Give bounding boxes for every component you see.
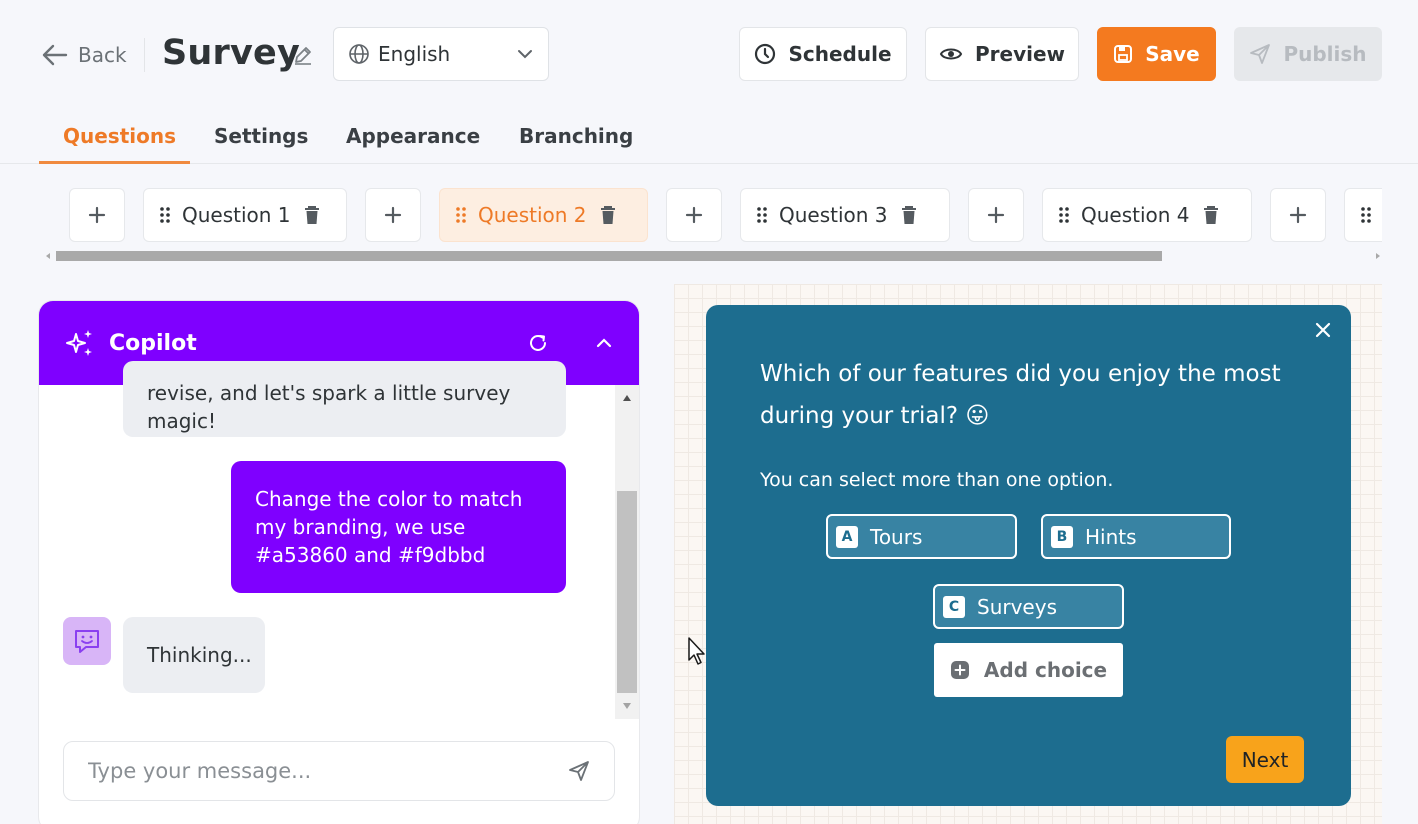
schedule-label: Schedule: [788, 42, 892, 66]
question-label: Question 2: [478, 203, 587, 227]
add-question-button[interactable]: [1270, 188, 1326, 242]
drag-handle-icon[interactable]: [456, 206, 466, 224]
question-chip-4[interactable]: Question 4: [1042, 188, 1252, 242]
close-icon[interactable]: [1312, 319, 1334, 341]
drag-handle-icon[interactable]: [1059, 206, 1069, 224]
drag-handle-icon[interactable]: [1361, 206, 1371, 224]
choice-surveys[interactable]: C Surveys: [933, 584, 1124, 629]
send-icon[interactable]: [568, 760, 590, 782]
back-label: Back: [78, 43, 127, 67]
save-button[interactable]: Save: [1097, 27, 1216, 81]
arrow-left-icon: [42, 44, 68, 66]
chevron-down-icon: [516, 48, 534, 60]
copilot-panel: Copilot revise, and let's spark a little…: [39, 301, 639, 824]
drag-handle-icon[interactable]: [160, 206, 170, 224]
active-tab-indicator: [39, 161, 190, 164]
choice-letter: A: [836, 525, 858, 548]
survey-subtitle[interactable]: You can select more than one option.: [760, 469, 1113, 491]
trash-icon[interactable]: [900, 205, 918, 225]
back-button[interactable]: Back: [42, 38, 127, 72]
edit-title-icon[interactable]: [292, 44, 314, 66]
add-question-button[interactable]: [666, 188, 722, 242]
choice-tours[interactable]: A Tours: [826, 514, 1017, 559]
add-choice-button[interactable]: Add choice: [934, 643, 1123, 697]
tabs-border: [0, 163, 1418, 164]
survey-preview-card: Which of our features did you enjoy the …: [706, 305, 1351, 806]
question-label: Question 3: [779, 203, 888, 227]
tab-branching[interactable]: Branching: [519, 124, 633, 148]
copilot-user-message: Change the color to match my branding, w…: [231, 461, 566, 593]
horizontal-scrollbar-thumb[interactable]: [56, 251, 1162, 261]
message-text: Thinking...: [147, 643, 252, 667]
save-label: Save: [1145, 42, 1200, 66]
preview-label: Preview: [974, 42, 1066, 66]
plus-icon: [685, 206, 703, 224]
survey-question-text[interactable]: Which of our features did you enjoy the …: [760, 353, 1300, 437]
plus-square-icon: [950, 660, 970, 680]
choice-letter: B: [1051, 525, 1073, 548]
tab-questions[interactable]: Questions: [63, 124, 176, 148]
add-choice-label: Add choice: [983, 658, 1108, 682]
mouse-cursor-icon: [687, 636, 707, 666]
choice-label: Surveys: [977, 594, 1057, 619]
choice-label: Hints: [1085, 524, 1137, 549]
question-chip-3[interactable]: Question 3: [740, 188, 950, 242]
page-title: Survey: [162, 33, 300, 73]
message-text: Change the color to match my branding, w…: [255, 487, 523, 567]
send-icon: [1249, 43, 1271, 65]
schedule-button[interactable]: Schedule: [739, 27, 907, 81]
tab-appearance[interactable]: Appearance: [346, 124, 480, 148]
plus-icon: [384, 206, 402, 224]
floppy-disk-icon: [1113, 44, 1133, 64]
publish-button[interactable]: Publish: [1234, 27, 1382, 81]
header-divider: [144, 38, 145, 72]
trash-icon[interactable]: [1202, 205, 1220, 225]
chat-scrollbar-thumb[interactable]: [617, 491, 637, 693]
copilot-thinking-message: Thinking...: [123, 617, 265, 693]
choice-letter: C: [943, 595, 965, 618]
next-button[interactable]: Next: [1226, 736, 1304, 783]
message-input-box[interactable]: [63, 741, 615, 801]
message-input[interactable]: [88, 759, 568, 783]
copilot-header-overlay: [39, 301, 639, 385]
copilot-avatar: [63, 617, 111, 665]
language-select[interactable]: English: [333, 27, 549, 81]
preview-button[interactable]: Preview: [925, 27, 1079, 81]
plus-icon: [1289, 206, 1307, 224]
clock-icon: [754, 43, 776, 65]
add-question-button[interactable]: [69, 188, 125, 242]
eye-icon: [939, 45, 963, 63]
next-label: Next: [1241, 747, 1289, 772]
question-chip-5-partial[interactable]: [1344, 188, 1382, 242]
publish-label: Publish: [1283, 42, 1367, 66]
question-chip-1[interactable]: Question 1: [143, 188, 347, 242]
choice-label: Tours: [870, 524, 923, 549]
drag-handle-icon[interactable]: [757, 206, 767, 224]
choice-hints[interactable]: B Hints: [1041, 514, 1231, 559]
tab-settings[interactable]: Settings: [214, 124, 308, 148]
plus-icon: [987, 206, 1005, 224]
chat-bubble-smile-icon: [72, 626, 102, 656]
question-chip-2[interactable]: Question 2: [439, 188, 648, 242]
plus-icon: [88, 206, 106, 224]
trash-icon[interactable]: [599, 205, 617, 225]
globe-icon: [348, 43, 370, 65]
question-label: Question 4: [1081, 203, 1190, 227]
question-label: Question 1: [182, 203, 291, 227]
add-question-button[interactable]: [365, 188, 421, 242]
add-question-button[interactable]: [968, 188, 1024, 242]
trash-icon[interactable]: [303, 205, 321, 225]
language-value: English: [378, 42, 451, 66]
message-text: revise, and let's spark a little survey …: [147, 381, 511, 433]
